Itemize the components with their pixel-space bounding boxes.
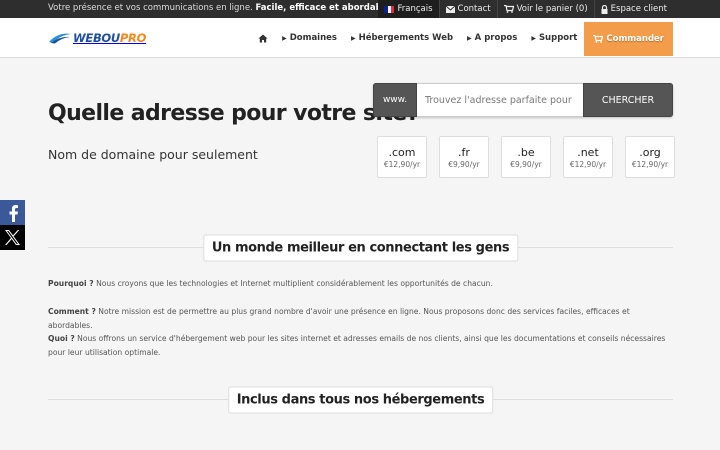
client-area-label: Espace client (610, 4, 667, 14)
contact-label: Contact (457, 4, 491, 14)
tagline-text: Votre présence et vos communications en … (48, 3, 253, 13)
caret-right-icon: ▶ (531, 34, 536, 42)
top-bar: Votre présence et vos communications en … (0, 0, 720, 18)
facebook-share-button[interactable] (0, 200, 25, 225)
home-icon (258, 34, 268, 42)
site-logo[interactable]: WEBOUPRO (48, 30, 146, 46)
cart-icon (593, 35, 604, 43)
search-button[interactable]: CHERCHER (583, 83, 673, 117)
nav-about[interactable]: ▶ A propos (460, 18, 524, 58)
x-share-button[interactable] (0, 225, 25, 250)
paragraph-why: Pourquoi ? Nous croyons que les technolo… (48, 279, 493, 288)
nav-support[interactable]: ▶ Support (524, 18, 584, 58)
tld-card-fr[interactable]: .fr €9,90/yr (439, 136, 489, 178)
lock-icon (601, 4, 608, 14)
tagline-emphasis: Facile, efficace et abordable. (255, 3, 394, 13)
main-nav: ▶ Domaines ▶ Hébergements Web ▶ A propos ▶ S… (251, 18, 673, 58)
social-share-bar (0, 200, 25, 250)
envelope-icon (445, 5, 455, 13)
hero-title: Quelle adresse pour votre site? (48, 101, 419, 126)
tagline: Votre présence et vos communications en … (48, 3, 394, 13)
logo-wordmark: WEBOUPRO (73, 31, 147, 45)
section-divider: Inclus dans tous nos hébergements (48, 386, 673, 413)
cart-label: Voir le panier (0) (516, 4, 588, 14)
french-flag-icon (384, 5, 395, 13)
tld-card-net[interactable]: .net €12,90/yr (563, 136, 613, 178)
x-icon (5, 230, 20, 245)
nav-home[interactable] (251, 18, 275, 58)
cart-link[interactable]: Voir le panier (0) (496, 0, 594, 18)
hero-subtitle: Nom de domaine pour seulement (48, 147, 258, 162)
tld-card-org[interactable]: .org €12,90/yr (625, 136, 675, 178)
paragraph-how: Comment ? Notre mission est de permettre… (48, 307, 630, 330)
section-heading-mission: Un monde meilleur en connectant les gens (202, 234, 519, 261)
section-heading-included: Inclus dans tous nos hébergements (227, 386, 494, 413)
top-links: Français Contact Voir le panier (0) Espa… (378, 0, 673, 18)
caret-right-icon: ▶ (282, 34, 287, 42)
tld-card-com[interactable]: .com €12,90/yr (377, 136, 427, 178)
nav-hosting[interactable]: ▶ Hébergements Web (344, 18, 460, 58)
client-area-link[interactable]: Espace client (593, 0, 673, 18)
logo-swoosh-icon (49, 33, 71, 44)
www-prefix: www. (373, 83, 417, 117)
domain-search-form: www. CHERCHER (373, 83, 673, 117)
caret-right-icon: ▶ (350, 34, 356, 42)
cart-icon (503, 5, 514, 13)
nav-domains[interactable]: ▶ Domaines (275, 18, 344, 58)
main-header: WEBOUPRO ▶ Domaines ▶ Hébergements Web ▶ A … (0, 18, 720, 58)
caret-right-icon: ▶ (467, 34, 472, 42)
paragraph-what: Quoi ? Nous offrons un service d'héberge… (48, 334, 666, 357)
order-button[interactable]: Commander (584, 22, 673, 56)
tld-card-be[interactable]: .be €9,90/yr (501, 136, 551, 178)
contact-link[interactable]: Contact (438, 0, 497, 18)
section-divider: Un monde meilleur en connectant les gens (48, 234, 673, 261)
tld-price-list: .com €12,90/yr .fr €9,90/yr .be €9,90/yr .n… (377, 136, 675, 178)
language-selector[interactable]: Français (378, 0, 439, 18)
language-label: Français (397, 4, 433, 14)
facebook-icon (9, 204, 18, 222)
domain-search-input[interactable] (417, 83, 583, 117)
